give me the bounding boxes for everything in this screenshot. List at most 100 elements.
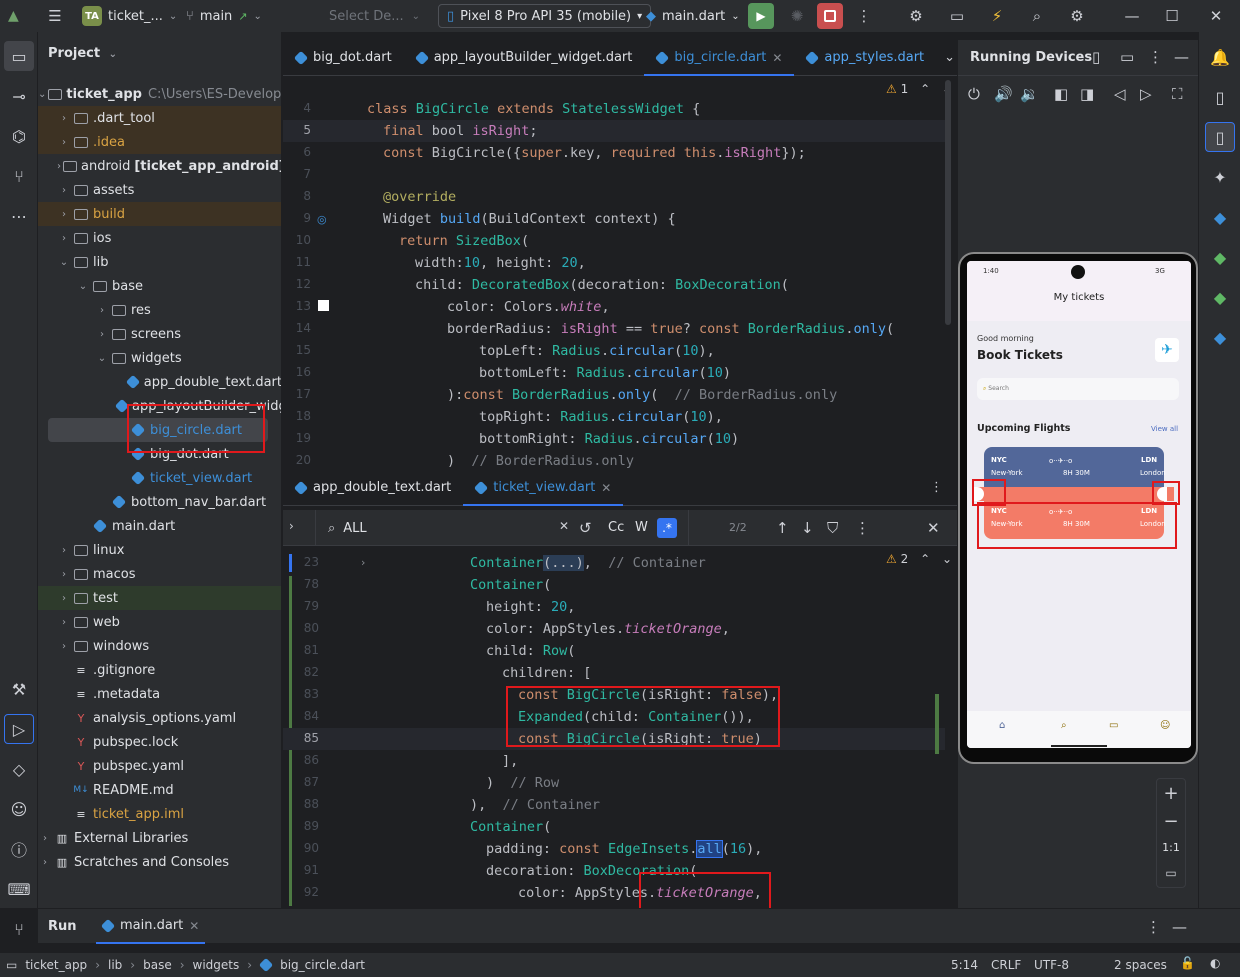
ticket-icon[interactable]: ▭: [1109, 720, 1118, 731]
more-options-icon[interactable]: ⋮: [1148, 48, 1163, 66]
device-selector[interactable]: ▯ Pixel 8 Pro API 35 (mobile) ▾: [438, 0, 652, 32]
flutter-icon[interactable]: ◆: [1205, 202, 1235, 232]
previous-match-icon[interactable]: ↑: [776, 519, 789, 537]
breadcrumb-item[interactable]: lib: [108, 958, 122, 972]
chevron-right-icon[interactable]: ›: [57, 209, 71, 220]
run-tab-main[interactable]: main.dart ✕: [96, 909, 206, 944]
tree-item[interactable]: ⌄ widgets: [38, 346, 281, 370]
rotate-right-icon[interactable]: ◨: [1080, 85, 1094, 103]
breadcrumb-item[interactable]: big_circle.dart: [280, 958, 365, 972]
back-icon[interactable]: ◁: [1114, 85, 1126, 103]
warning-indicator[interactable]: ⚠ 1 ⌃ ⌄: [886, 82, 952, 96]
line-ending[interactable]: CRLF: [991, 958, 1021, 972]
warning-indicator[interactable]: ⚠ 2 ⌃ ⌄: [886, 552, 952, 566]
tree-item[interactable]: ≡ .metadata: [38, 682, 281, 706]
scrollbar-top[interactable]: [945, 80, 951, 325]
ticket-top[interactable]: [984, 447, 1164, 487]
tab-app-double-text[interactable]: app_double_text.dart: [283, 470, 463, 506]
chevron-up-icon[interactable]: ⌃: [920, 552, 930, 566]
chevron-right-icon[interactable]: ›: [57, 113, 71, 124]
flutter-inspector-icon[interactable]: ◆: [1205, 282, 1235, 312]
chevron-right-icon[interactable]: ›: [57, 137, 71, 148]
version-control-icon[interactable]: ⑂: [4, 914, 34, 944]
ide-status-icon[interactable]: ◐: [1210, 956, 1220, 970]
regex-toggle[interactable]: .*: [657, 518, 677, 538]
maximize-icon[interactable]: ☐: [1160, 0, 1184, 32]
fold-arrow-icon[interactable]: ›: [361, 556, 365, 569]
tree-item[interactable]: ≡ .gitignore: [38, 658, 281, 682]
breadcrumb-item[interactable]: widgets: [193, 958, 240, 972]
more-tools-icon[interactable]: ⋯: [4, 201, 34, 231]
search-box[interactable]: ⌕ Search: [977, 378, 1179, 400]
flutter-performance-icon[interactable]: ◆: [1205, 242, 1235, 272]
search-field[interactable]: ⌕ ALL: [315, 510, 575, 546]
match-case-toggle[interactable]: Cc: [608, 520, 624, 535]
color-swatch-white[interactable]: [318, 300, 329, 311]
chevron-down-icon[interactable]: ⌄: [57, 257, 71, 268]
minimize-panel-icon[interactable]: —: [1174, 48, 1189, 66]
forward-icon[interactable]: ▷: [1140, 85, 1152, 103]
chevron-right-icon[interactable]: ›: [38, 833, 52, 844]
tab-big-dot[interactable]: big_dot.dart: [283, 40, 404, 76]
tree-item[interactable]: › web: [38, 610, 281, 634]
chevron-right-icon[interactable]: ›: [289, 519, 294, 533]
chevron-right-icon[interactable]: ›: [57, 569, 71, 580]
tree-root[interactable]: ⌄ ticket_app C:\Users\ES-Developer-s: [38, 82, 281, 106]
flutter-outline-icon[interactable]: ◆: [1205, 322, 1235, 352]
chevron-right-icon[interactable]: ›: [57, 185, 71, 196]
tree-item[interactable]: main.dart: [38, 514, 281, 538]
tree-item[interactable]: › linux: [38, 538, 281, 562]
build-hammer-icon[interactable]: ⚒: [4, 674, 34, 704]
breadcrumb-item[interactable]: ticket_app: [25, 958, 87, 972]
tree-item[interactable]: › build: [38, 202, 281, 226]
tree-item[interactable]: › android [ticket_app_android]: [38, 154, 281, 178]
minimize-icon[interactable]: —: [1120, 0, 1144, 32]
project-panel-title[interactable]: Project ⌄: [48, 46, 117, 61]
search-icon[interactable]: ⌕: [1025, 0, 1049, 32]
clear-search-icon[interactable]: ✕: [559, 519, 569, 533]
close-window-icon[interactable]: ✕: [1204, 0, 1228, 32]
cursor-position[interactable]: 5:14: [951, 958, 978, 972]
tab-big-circle[interactable]: big_circle.dart ✕: [644, 40, 795, 76]
close-tab-icon[interactable]: ✕: [772, 51, 782, 65]
vcs-icon[interactable]: ⑂: [4, 161, 34, 191]
tree-item[interactable]: › .dart_tool: [38, 106, 281, 130]
logcat-icon[interactable]: ☺: [4, 794, 34, 824]
tab-ticket-view[interactable]: ticket_view.dart ✕: [463, 470, 624, 506]
tree-item[interactable]: Ypubspec.lock: [38, 730, 281, 754]
chevron-up-icon[interactable]: ⌃: [920, 82, 930, 96]
tree-item[interactable]: › screens: [38, 322, 281, 346]
branch-selector[interactable]: ⑂ main ↗ ⌄: [186, 0, 262, 32]
tree-item[interactable]: ≡ ticket_app.iml: [38, 802, 281, 826]
more-actions-icon[interactable]: ⋮: [854, 0, 874, 32]
tree-item[interactable]: Yanalysis_options.yaml: [38, 706, 281, 730]
close-tab-icon[interactable]: ✕: [189, 919, 199, 933]
run-tool-icon[interactable]: ▷: [4, 714, 34, 744]
device-explorer-icon[interactable]: ▯: [1205, 82, 1235, 112]
rotate-left-icon[interactable]: ◧: [1054, 85, 1068, 103]
tree-item[interactable]: ticket_view.dart: [38, 466, 281, 490]
filter-icon[interactable]: ⛉: [827, 519, 838, 537]
structure-icon[interactable]: ⌬: [4, 121, 34, 151]
tree-item[interactable]: ⌄ lib: [38, 250, 281, 274]
next-match-icon[interactable]: ↓: [801, 519, 814, 537]
device-manager-icon[interactable]: ▭: [945, 0, 969, 32]
volume-up-icon[interactable]: 🔊: [994, 85, 1013, 103]
tree-item[interactable]: M↓ README.md: [38, 778, 281, 802]
project-selector[interactable]: TA ticket_... ⌄: [82, 0, 177, 32]
tree-item[interactable]: › test: [38, 586, 281, 610]
search-icon[interactable]: ⌕: [1061, 720, 1067, 731]
tree-item[interactable]: › windows: [38, 634, 281, 658]
running-devices-icon[interactable]: ▯: [1205, 122, 1235, 152]
power-icon[interactable]: ⏻: [968, 85, 980, 103]
gemini-sparkle-icon[interactable]: ✦: [1205, 162, 1235, 192]
tab-app-layoutbuilder[interactable]: app_layoutBuilder_widget.dart: [404, 40, 645, 76]
tree-item[interactable]: › ▥ External Libraries: [38, 826, 281, 850]
zoom-out-icon[interactable]: −: [1157, 807, 1185, 835]
config-selector[interactable]: Select De... ⌄: [329, 0, 420, 32]
chevron-right-icon[interactable]: ›: [95, 329, 109, 340]
words-toggle[interactable]: W: [635, 520, 648, 535]
run-button[interactable]: ▶: [748, 0, 774, 32]
tree-item[interactable]: › ios: [38, 226, 281, 250]
commit-icon[interactable]: ⊸: [4, 81, 34, 111]
